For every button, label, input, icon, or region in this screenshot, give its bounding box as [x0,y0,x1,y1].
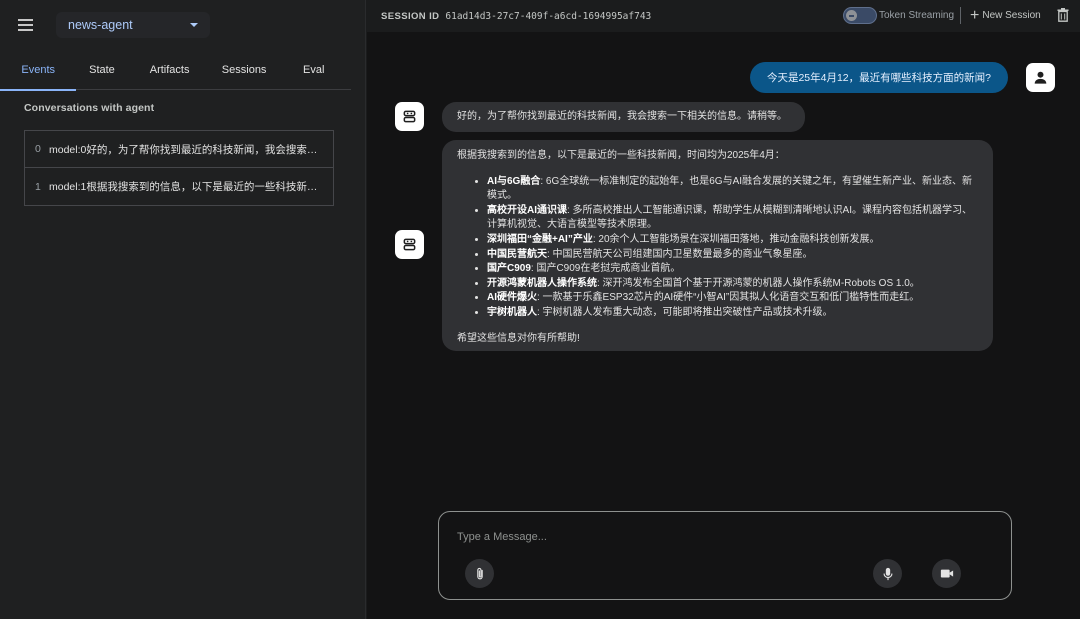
news-item: 深圳福田“金融+AI”产业: 20余个人工智能场景在深圳福田落地，推动金融科技创… [487,233,979,248]
bot-avatar [395,102,424,131]
bot-avatar [395,230,424,259]
divider [960,7,961,24]
bot-message-text: 好的，为了帮你找到最近的科技新闻，我会搜索一下相关的信息。请稍等。 [457,110,787,122]
news-text: : 宇树机器人发布重大动态，可能即将推出突破性产品或技术升级。 [537,306,833,318]
message-composer [438,511,1012,600]
session-header: SESSION ID 61ad14d3-27c7-409f-a6cd-16949… [367,0,1080,32]
news-item: 中国民营航天: 中国民营航天公司组建国内卫星数量最多的商业气象星座。 [487,248,979,263]
video-button[interactable] [932,559,961,588]
bot-message-intro: 根据我搜索到的信息，以下是最近的一些科技新闻，时间均为2025年4月： [457,150,785,161]
agent-select[interactable]: news-agent [56,12,210,38]
news-item: 宇树机器人: 宇树机器人发布重大动态，可能即将推出突破性产品或技术升级。 [487,306,979,321]
plus-icon: + [970,6,980,24]
event-text: model:1根据我搜索到的信息，以下是最近的一些科技新闻，时间均为2025年4… [49,181,325,193]
trash-icon[interactable] [1057,8,1069,22]
paperclip-icon [476,567,483,579]
user-avatar [1026,63,1055,92]
news-text: : 深开鸿发布全国首个基于开源鸿蒙的机器人操作系统M-Robots OS 1.0… [597,277,920,289]
new-session-label: New Session [982,10,1041,21]
bot-message: 好的，为了帮你找到最近的科技新闻，我会搜索一下相关的信息。请稍等。 [442,102,805,132]
tab-eval[interactable]: Eval [276,50,351,90]
chat-panel: SESSION ID 61ad14d3-27c7-409f-a6cd-16949… [367,0,1080,619]
news-title: 宇树机器人 [487,306,537,318]
news-item: 开源鸿蒙机器人操作系统: 深开鸿发布全国首个基于开源鸿蒙的机器人操作系统M-Ro… [487,277,979,292]
tab-events[interactable]: Events [0,50,77,91]
news-title: AI与6G融合 [487,175,541,187]
tab-bar: Events State Artifacts Sessions Eval [0,50,351,91]
news-list: AI与6G融合: 6G全球统一标准制定的起始年，也是6G与AI融合发展的关键之年… [457,175,979,321]
user-message: 今天是25年4月12，最近有哪些科技方面的新闻? [749,62,1008,93]
news-text: : 国产C909在老挝完成商业首航。 [530,263,681,275]
person-icon [1034,71,1047,84]
tab-artifacts[interactable]: Artifacts [127,50,211,90]
news-text: : 中国民营航天公司组建国内卫星数量最多的商业气象星座。 [547,248,813,260]
news-title: 中国民营航天 [487,248,547,260]
event-text: model:0好的，为了帮你找到最近的科技新闻，我会搜索一下相关的信息。请稍等。 [49,143,325,156]
tab-sessions[interactable]: Sessions [212,50,277,90]
news-title: 开源鸿蒙机器人操作系统 [487,277,597,289]
news-title: AI硬件爆火 [487,292,537,304]
event-list: 0 model:0好的，为了帮你找到最近的科技新闻，我会搜索一下相关的信息。请稍… [24,130,334,206]
news-item: 高校开设AI通识课: 多所高校推出人工智能通识课，帮助学生从模糊到清晰地认识AI… [487,204,979,233]
robot-icon [403,238,416,251]
videocam-icon [940,569,953,578]
session-id-value: 61ad14d3-27c7-409f-a6cd-1694995af743 [445,10,652,22]
conversations-heading: Conversations with agent [24,102,155,114]
news-title: 高校开设AI通识课 [487,204,567,216]
event-item[interactable]: 0 model:0好的，为了帮你找到最近的科技新闻，我会搜索一下相关的信息。请稍… [25,131,333,168]
caret-down-icon [190,23,198,27]
bot-message-outro: 希望这些信息对你有所帮助! [457,332,580,344]
event-index: 0 [35,143,41,155]
token-streaming-toggle[interactable] [843,7,877,24]
robot-icon [403,110,416,123]
sidebar-header: news-agent [0,0,365,50]
news-text: : 20余个人工智能场景在深圳福田落地，推动金融科技创新发展。 [592,233,880,245]
news-text: : 一款基于乐鑫ESP32芯片的AI硬件“小智AI”因其拟人化语音交互和低门槛特… [537,292,920,304]
menu-icon[interactable] [18,19,34,31]
attach-button[interactable] [465,559,494,588]
event-index: 1 [35,180,41,193]
tab-state[interactable]: State [76,50,127,90]
news-title: 深圳福田“金融+AI”产业 [487,233,593,245]
news-item: 国产C909: 国产C909在老挝完成商业首航。 [487,262,979,277]
agent-select-value: news-agent [68,18,133,32]
new-session-button[interactable]: + New Session [970,7,1041,24]
microphone-icon [882,567,893,580]
token-streaming-label: Token Streaming [879,10,955,21]
microphone-button[interactable] [873,559,902,588]
session-id-label: SESSION ID [381,10,440,22]
news-text: : 6G全球统一标准制定的起始年，也是6G与AI融合发展的关键之年，有望催生新产… [487,175,973,202]
news-item: AI与6G融合: 6G全球统一标准制定的起始年，也是6G与AI融合发展的关键之年… [487,175,979,204]
news-title: 国产C909 [487,263,531,275]
sidebar: news-agent Events State Artifacts Sessio… [0,0,366,619]
bot-message: 根据我搜索到的信息，以下是最近的一些科技新闻，时间均为2025年4月： AI与6… [442,140,993,351]
message-input[interactable] [457,531,977,543]
news-item: AI硬件爆火: 一款基于乐鑫ESP32芯片的AI硬件“小智AI”因其拟人化语音交… [487,291,979,306]
event-item[interactable]: 1 model:1根据我搜索到的信息，以下是最近的一些科技新闻，时间均为2025… [25,168,333,205]
